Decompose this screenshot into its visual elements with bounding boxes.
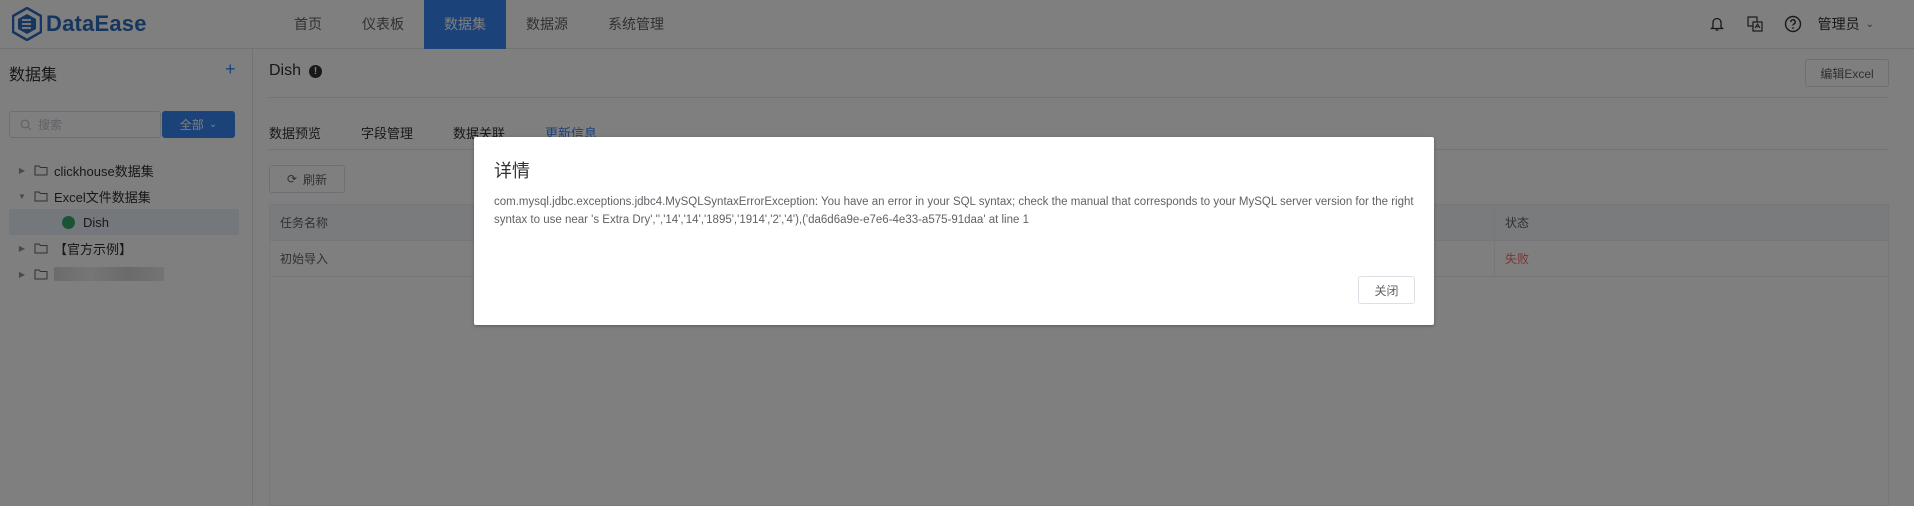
close-button[interactable]: 关闭 (1358, 276, 1415, 304)
dialog-title: 详情 (494, 161, 530, 181)
error-message: com.mysql.jdbc.exceptions.jdbc4.MySQLSyn… (494, 196, 1414, 226)
error-detail-dialog: 详情 com.mysql.jdbc.exceptions.jdbc4.MySQL… (474, 137, 1434, 325)
